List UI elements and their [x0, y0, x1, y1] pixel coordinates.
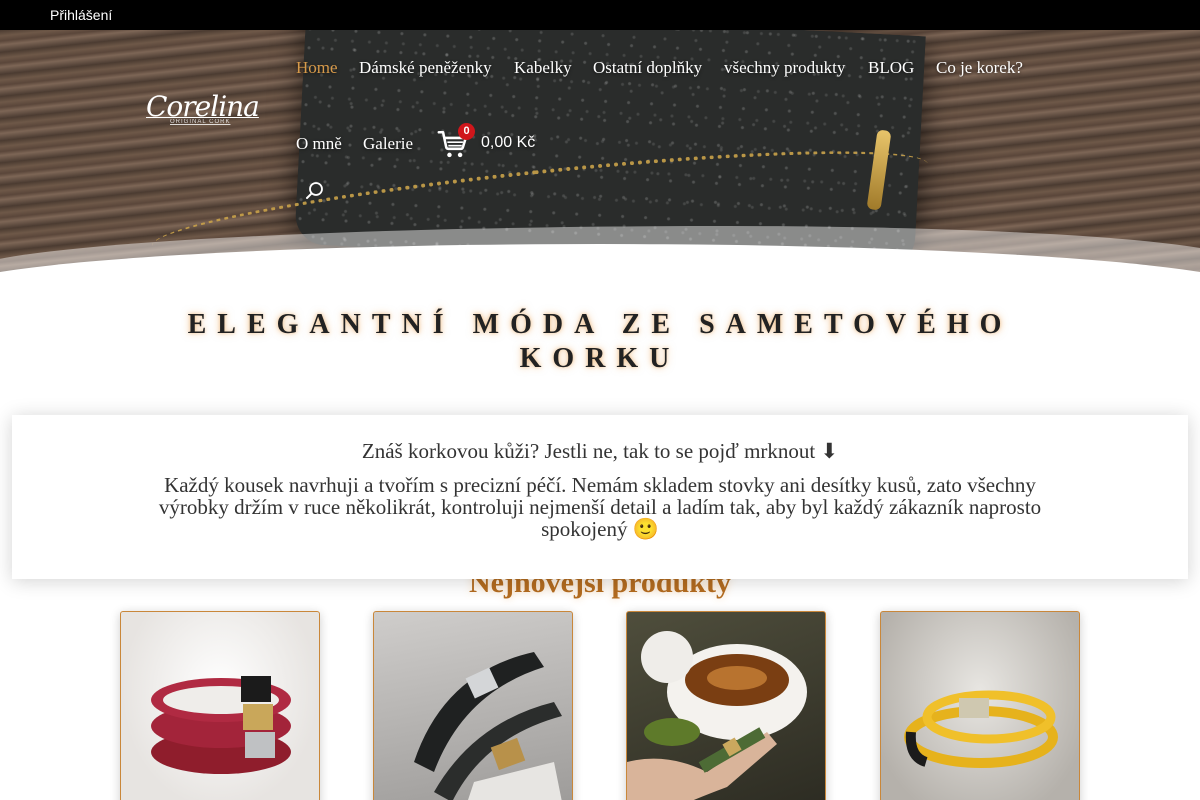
search-icon [306, 182, 323, 199]
nav-gallery[interactable]: Galerie [363, 134, 413, 154]
nav-about[interactable]: O mně [296, 134, 342, 154]
info-box: Znáš korkovou kůži? Jestli ne, tak to se… [12, 415, 1188, 579]
hero-headline: ELEGANTNÍ MÓDA ZE SAMETOVÉHO KORKU [187, 309, 1013, 374]
product-card[interactable] [880, 611, 1080, 800]
logo-tagline: ORIGINAL CORK [170, 119, 231, 125]
info-text: Každý kousek navrhuji a tvořím s precizn… [158, 473, 1042, 541]
site-logo[interactable]: Corelina ORIGINAL CORK [146, 90, 260, 125]
product-card[interactable] [373, 611, 573, 800]
cart-count-badge: 0 [458, 123, 475, 140]
product-card[interactable] [120, 611, 320, 800]
product-image [414, 652, 562, 800]
product-card[interactable] [626, 611, 826, 800]
login-link[interactable]: Přihlášení [50, 7, 112, 23]
nav-all-products[interactable]: všechny produkty [724, 58, 845, 78]
nav-what-is-cork[interactable]: Co je korek? [936, 58, 1023, 78]
nav-blog[interactable]: BLOG [868, 58, 914, 78]
info-question: Znáš korkovou kůži? Jestli ne, tak to se… [361, 439, 839, 463]
top-bar: Přihlášení [0, 0, 1200, 30]
nav-home[interactable]: Home [296, 58, 338, 78]
nav-accessories[interactable]: Ostatní doplňky [593, 58, 702, 78]
nav-wallets[interactable]: Dámské peněženky [359, 58, 492, 78]
search-button[interactable] [304, 180, 326, 202]
product-image [151, 676, 291, 774]
nav-handbags[interactable]: Kabelky [514, 58, 572, 78]
cart-total[interactable]: 0,00 Kč [481, 134, 535, 152]
product-image [904, 690, 1058, 768]
product-image [627, 631, 807, 800]
